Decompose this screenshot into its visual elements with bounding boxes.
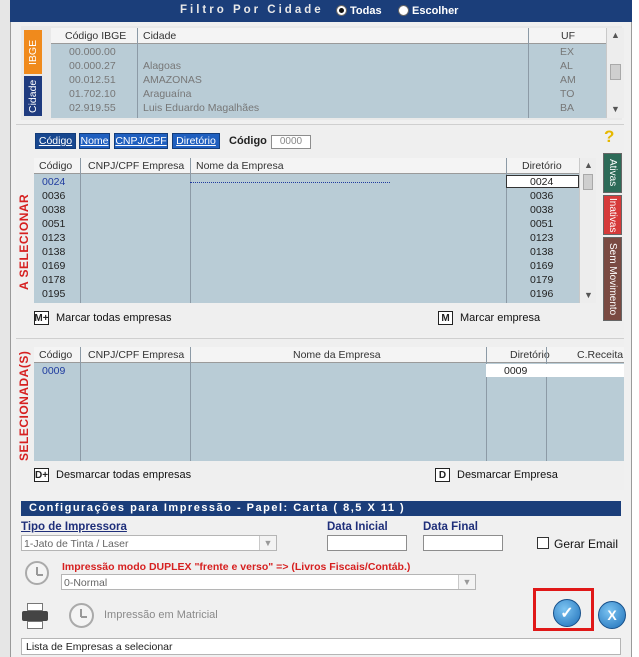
unmark-one-key-icon[interactable]: D: [435, 468, 450, 482]
unmark-all-key-icon[interactable]: D+: [34, 468, 49, 482]
table-row[interactable]: 0123 0123: [34, 231, 579, 245]
mark-all-button[interactable]: Marcar todas empresas: [56, 312, 172, 324]
selected-section: SELECIONADA(S) Código CNPJ/CPF Empresa N…: [16, 338, 624, 490]
city-panel: IBGE Cidade Código IBGE Cidade UF 00.000…: [21, 26, 624, 120]
table-row[interactable]: 0036 0036: [34, 189, 579, 203]
table-row[interactable]: 0038 0038: [34, 203, 579, 217]
col-cnpj[interactable]: CNPJ/CPF Empresa: [88, 160, 184, 172]
table-row[interactable]: 0024 0024: [34, 175, 579, 189]
chevron-down-icon[interactable]: ▼: [611, 104, 620, 114]
tab-cidade[interactable]: Cidade: [24, 76, 42, 116]
col-codigo[interactable]: Código: [39, 349, 72, 361]
table-row[interactable]: 00.000.00 EX: [51, 45, 606, 59]
search-label: Código: [229, 135, 267, 147]
companies-grid: Código CNPJ/CPF Empresa Nome da Empresa …: [34, 158, 596, 303]
city-scrollbar[interactable]: ▲ ▼: [606, 28, 624, 118]
close-x-icon[interactable]: X: [598, 601, 626, 629]
printer-select[interactable]: 1-Jato de Tinta / Laser ▼: [21, 535, 277, 551]
selected-grid-header: Código CNPJ/CPF Empresa Nome da Empresa …: [34, 347, 624, 363]
background-strip: [0, 0, 10, 657]
start-date-input[interactable]: [327, 535, 407, 551]
app-window: Filtro Por Cidade Todas Escolher IBGE Ci…: [0, 0, 639, 657]
search-tab-cnpj[interactable]: CNPJ/CPF: [114, 133, 168, 149]
col-diretorio[interactable]: Diretório: [522, 160, 562, 172]
table-row[interactable]: 02.919.55 Luis Eduardo Magalhães BA: [51, 101, 606, 115]
mark-all-key-icon[interactable]: M+: [34, 311, 49, 325]
selected-side-label: SELECIONADA(S): [17, 350, 31, 461]
filter-title: Filtro Por Cidade: [180, 4, 324, 16]
config-title: Configurações para Impressão - Papel: Ca…: [21, 501, 621, 516]
radio-escolher-label[interactable]: Escolher: [412, 5, 458, 17]
end-date-label: Data Final: [423, 521, 478, 533]
status-tab-ativas[interactable]: Ativas: [603, 153, 622, 193]
col-diretorio[interactable]: Diretório: [510, 349, 550, 361]
table-row[interactable]: 0138 0138: [34, 245, 579, 259]
unmark-one-button[interactable]: Desmarcar Empresa: [457, 469, 558, 481]
table-row[interactable]: 0169 0169: [34, 259, 579, 273]
mark-one-button[interactable]: Marcar empresa: [460, 312, 540, 324]
table-row[interactable]: 0178 0179: [34, 273, 579, 287]
email-label[interactable]: Gerar Email: [554, 537, 618, 551]
chevron-down-icon[interactable]: ▼: [259, 536, 276, 550]
search-tab-codigo[interactable]: Código: [35, 133, 76, 149]
table-row[interactable]: 00.012.51 AMAZONAS AM: [51, 73, 606, 87]
table-row[interactable]: 0195 0196: [34, 287, 579, 301]
col-uf[interactable]: UF: [561, 30, 575, 42]
city-grid: Código IBGE Cidade UF 00.000.00 EX 00.000…: [51, 28, 624, 118]
col-cidade[interactable]: Cidade: [143, 30, 176, 42]
city-grid-header: Código IBGE Cidade UF: [51, 28, 606, 44]
companies-scrollbar[interactable]: ▲ ▼: [579, 158, 596, 303]
col-codigo-ibge[interactable]: Código IBGE: [65, 30, 126, 42]
search-input[interactable]: 0000: [271, 135, 311, 149]
select-section: A SELECIONAR Código Nome CNPJ/CPF Diretó…: [16, 124, 624, 336]
col-codigo[interactable]: Código: [39, 160, 72, 172]
scroll-thumb[interactable]: [583, 174, 593, 190]
filter-bar: Filtro Por Cidade Todas Escolher: [10, 0, 632, 22]
duplex-label: Impressão modo DUPLEX "frente e verso" =…: [62, 561, 411, 573]
search-tab-diretorio[interactable]: Diretório: [172, 133, 220, 149]
end-date-input[interactable]: [423, 535, 503, 551]
duplex-select[interactable]: 0-Normal ▼: [61, 574, 476, 590]
col-receita[interactable]: C.Receita: [577, 349, 623, 361]
scroll-thumb[interactable]: [610, 64, 621, 80]
status-tab-inativas[interactable]: Inativas: [603, 195, 622, 235]
radio-todas[interactable]: [336, 5, 347, 16]
printer-icon[interactable]: [21, 603, 49, 629]
email-checkbox[interactable]: [537, 537, 549, 549]
chevron-down-icon[interactable]: ▼: [584, 290, 593, 300]
matrix-label[interactable]: Impressão em Matricial: [104, 609, 218, 621]
companies-grid-header: Código CNPJ/CPF Empresa Nome da Empresa …: [34, 158, 579, 174]
col-nome[interactable]: Nome da Empresa: [293, 349, 381, 361]
search-tab-nome[interactable]: Nome: [79, 133, 110, 149]
table-row[interactable]: 01.702.10 Araguaína TO: [51, 87, 606, 101]
col-cnpj[interactable]: CNPJ/CPF Empresa: [88, 349, 184, 361]
chevron-up-icon[interactable]: ▲: [584, 160, 593, 170]
confirm-check-icon[interactable]: ✓: [553, 599, 581, 627]
col-nome[interactable]: Nome da Empresa: [196, 160, 284, 172]
table-row[interactable]: 00.000.27 Alagoas AL: [51, 59, 606, 73]
status-tab-sem-movimento[interactable]: Sem Movimento: [603, 237, 622, 321]
duplex-value: 0-Normal: [64, 577, 108, 589]
radio-escolher[interactable]: [398, 5, 409, 16]
start-date-label: Data Inicial: [327, 521, 388, 533]
unmark-all-button[interactable]: Desmarcar todas empresas: [56, 469, 191, 481]
mark-one-key-icon[interactable]: M: [438, 311, 453, 325]
status-bar: Lista de Empresas a selecionar: [21, 638, 621, 655]
tab-ibge[interactable]: IBGE: [24, 30, 42, 74]
chevron-up-icon[interactable]: ▲: [611, 30, 620, 40]
chevron-down-icon[interactable]: ▼: [458, 575, 475, 589]
table-row[interactable]: 0051 0051: [34, 217, 579, 231]
printer-label: Tipo de Impressora: [21, 521, 127, 533]
radio-todas-label[interactable]: Todas: [350, 5, 382, 17]
selected-grid: Código CNPJ/CPF Empresa Nome da Empresa …: [34, 347, 624, 461]
table-row[interactable]: 0009 0009: [34, 364, 624, 378]
select-side-label: A SELECIONAR: [17, 193, 31, 290]
printer-value: 1-Jato de Tinta / Laser: [24, 538, 129, 550]
duplex-clock-icon: [25, 561, 49, 585]
background-strip-right: [632, 0, 639, 657]
help-icon[interactable]: ?: [604, 127, 614, 147]
matrix-clock-icon: [69, 603, 94, 628]
